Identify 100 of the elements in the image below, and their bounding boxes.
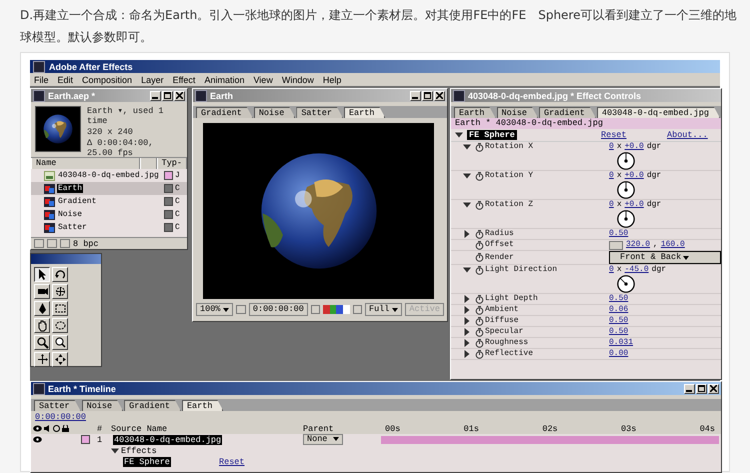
channels-icon[interactable] — [323, 305, 350, 314]
project-item[interactable]: Gradient — [57, 197, 98, 206]
eye-icon[interactable] — [33, 436, 42, 443]
stopwatch-icon[interactable] — [475, 328, 484, 336]
parameter-value[interactable]: 0.50 — [609, 229, 721, 239]
stopwatch-icon[interactable] — [475, 350, 484, 358]
zoom-dropdown[interactable]: 100% — [196, 303, 234, 316]
stopwatch-icon[interactable] — [475, 316, 484, 326]
project-item[interactable]: Earth — [57, 184, 84, 193]
parameter-value[interactable]: 0.06 — [609, 305, 721, 315]
tab[interactable]: Earth — [344, 107, 386, 118]
degrees-value[interactable]: -45.0 — [624, 265, 649, 275]
menu-item[interactable]: Effect — [172, 74, 196, 84]
tool-button[interactable] — [34, 267, 50, 282]
angle-dial[interactable] — [617, 210, 635, 228]
layer-name[interactable]: 403048-0-dq-embed.jpg — [113, 434, 222, 444]
tab[interactable]: Noise — [496, 107, 538, 118]
current-time[interactable]: 0:00:00:00 — [35, 412, 86, 422]
menu-item[interactable]: Layer — [141, 74, 164, 84]
stopwatch-icon[interactable] — [475, 240, 484, 250]
disclosure-triangle-icon[interactable] — [111, 446, 119, 454]
effect-name[interactable]: FE Sphere — [123, 456, 171, 466]
degrees-value[interactable]: +0.0 — [624, 171, 644, 181]
minimize-button[interactable] — [684, 384, 695, 394]
menu-item[interactable]: Edit — [58, 74, 74, 84]
degrees-value[interactable]: +0.0 — [624, 142, 644, 152]
tab[interactable]: Satter — [296, 107, 343, 118]
maximize-button[interactable] — [422, 90, 433, 100]
revolutions-value[interactable]: 0 — [609, 265, 614, 275]
bit-depth-label[interactable]: 8 bpc — [73, 238, 99, 248]
tab[interactable]: Gradient — [124, 400, 181, 411]
disclosure-triangle-icon[interactable] — [463, 143, 471, 151]
parameter-value[interactable]: 0.50 — [609, 294, 721, 304]
tab[interactable]: Gradient — [196, 107, 253, 118]
maximize-button[interactable] — [162, 90, 173, 100]
disclosure-triangle-icon[interactable] — [463, 201, 471, 209]
tab[interactable]: Satter — [34, 400, 81, 411]
menu-item[interactable]: Composition — [82, 74, 132, 84]
angle-dial[interactable] — [617, 275, 635, 293]
revolutions-value[interactable]: 0 — [609, 171, 614, 181]
disclosure-triangle-icon[interactable] — [463, 172, 471, 180]
angle-dial[interactable] — [617, 152, 635, 170]
tab[interactable]: Noise — [254, 107, 296, 118]
close-button[interactable] — [434, 90, 445, 100]
parameter-value[interactable]: 0.031 — [609, 338, 721, 348]
y-value[interactable]: 160.0 — [660, 240, 685, 250]
stopwatch-icon[interactable] — [475, 253, 484, 262]
close-button[interactable] — [708, 384, 719, 394]
x-value[interactable]: 320.0 — [626, 240, 650, 250]
render-dropdown[interactable]: Front & Back — [609, 251, 721, 264]
tab[interactable]: Earth — [182, 400, 224, 411]
close-button[interactable] — [174, 90, 185, 100]
menu-item[interactable]: Animation — [204, 74, 244, 84]
minimize-button[interactable] — [150, 90, 161, 100]
project-item[interactable]: 403048-0-dq-embed.jpg — [57, 171, 160, 180]
effects-group-label[interactable]: Effects — [121, 446, 157, 456]
tab[interactable]: Earth — [454, 107, 496, 118]
about-link[interactable]: About... — [667, 130, 721, 140]
tab[interactable]: Noise — [82, 400, 124, 411]
effect-name[interactable]: FE Sphere — [467, 130, 517, 140]
menu-item[interactable]: Window — [282, 74, 314, 84]
degrees-value[interactable]: +0.0 — [624, 200, 644, 210]
stopwatch-icon[interactable] — [475, 294, 484, 304]
tab[interactable]: Gradient — [539, 107, 596, 118]
stopwatch-icon[interactable] — [475, 306, 484, 314]
stopwatch-icon[interactable] — [475, 230, 484, 238]
stopwatch-icon[interactable] — [475, 266, 484, 274]
disclosure-triangle-icon[interactable] — [463, 350, 471, 358]
stopwatch-icon[interactable] — [475, 142, 484, 152]
disclosure-triangle-icon[interactable] — [463, 230, 471, 238]
disclosure-triangle-icon[interactable] — [463, 295, 471, 303]
menu-item[interactable]: File — [34, 74, 49, 84]
project-item[interactable]: Satter — [57, 223, 88, 232]
parameter-value[interactable]: 0.50 — [609, 327, 721, 337]
minimize-button[interactable] — [410, 90, 421, 100]
disclosure-triangle-icon[interactable] — [463, 266, 471, 274]
disclosure-triangle-icon[interactable] — [463, 328, 471, 336]
stopwatch-icon[interactable] — [475, 338, 484, 348]
stopwatch-icon[interactable] — [475, 172, 484, 180]
menu-item[interactable]: Help — [322, 74, 342, 84]
project-item[interactable]: Noise — [57, 210, 84, 219]
parent-dropdown[interactable]: None — [303, 434, 343, 445]
disclosure-triangle-icon[interactable] — [463, 339, 471, 347]
maximize-button[interactable] — [696, 384, 707, 394]
menu-item[interactable]: View — [253, 74, 273, 84]
disclosure-triangle-icon[interactable] — [455, 131, 463, 139]
angle-dial[interactable] — [617, 181, 635, 199]
parameter-value[interactable]: 0.50 — [609, 316, 721, 326]
revolutions-value[interactable]: 0 — [609, 200, 614, 210]
stopwatch-icon[interactable] — [475, 200, 484, 210]
time-field[interactable]: 0:00:00:00 — [248, 303, 308, 316]
column-header[interactable]: Source Name — [109, 423, 217, 434]
column-header[interactable]: Parent — [301, 423, 379, 434]
reset-link[interactable]: Reset — [601, 130, 667, 140]
parameter-value[interactable]: 0.00 — [609, 349, 721, 359]
disclosure-triangle-icon[interactable] — [463, 306, 471, 314]
tab[interactable]: 403048-0-dq-embed.jpg — [596, 107, 720, 118]
disclosure-triangle-icon[interactable] — [463, 317, 471, 325]
reset-link[interactable]: Reset — [219, 456, 245, 466]
revolutions-value[interactable]: 0 — [609, 142, 614, 152]
